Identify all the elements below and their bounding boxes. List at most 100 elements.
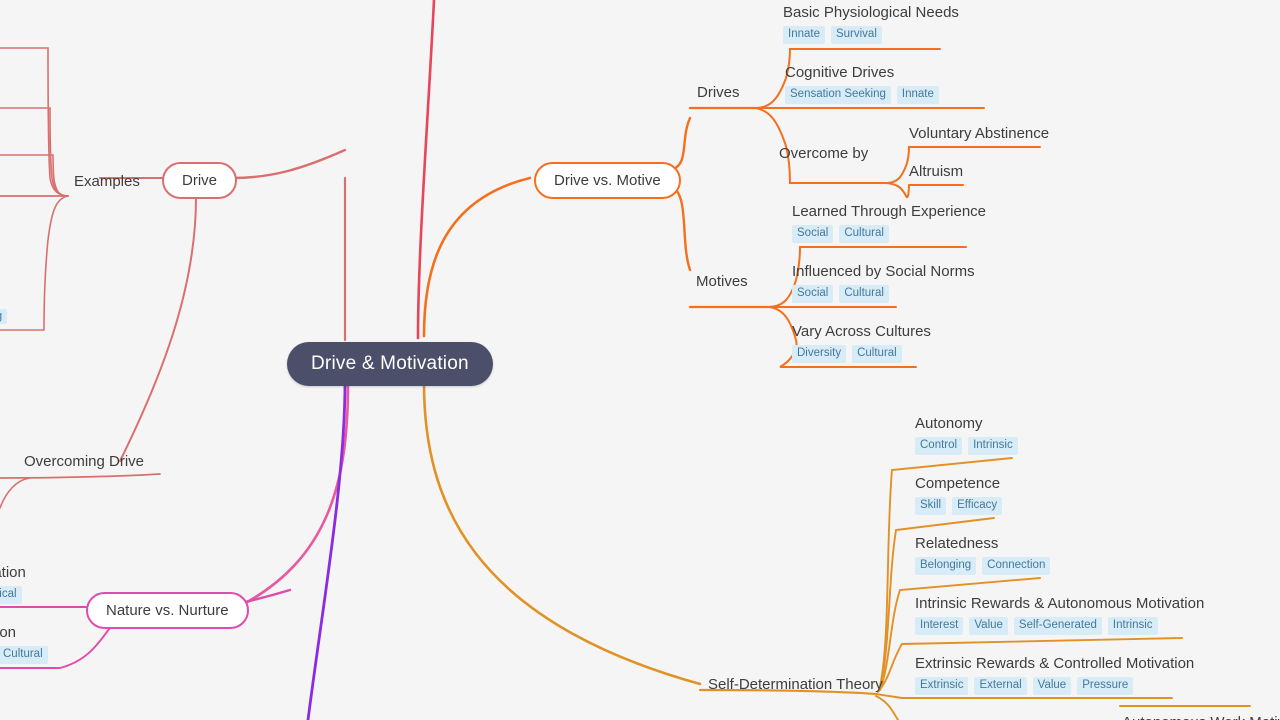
edge-overcoming-spine [0,473,161,479]
node-drive-vs-motive-label: Drive vs. Motive [554,172,661,189]
tag: External [974,676,1027,696]
leaf-autonomy[interactable]: Autonomy Control Intrinsic [915,414,1018,456]
edge-root-up-crimson [416,0,436,340]
leaf-title: Basic Physiological Needs [783,4,959,21]
tag: Cultural [0,645,48,665]
tag: Intrinsic [968,436,1018,456]
leaf-relatedness[interactable]: Relatedness Belonging Connection [915,534,1051,576]
leaf-title: Influenced by Social Norms [792,263,975,280]
leaf-title: Voluntary Abstinence [909,125,1050,142]
clipped-leaf-nvn-1[interactable]: otivation iological [0,563,26,605]
tag-row: Extrinsic External Value Pressure [915,676,1194,696]
leaf-cognitive-drives[interactable]: Cognitive Drives Sensation Seeking Innat… [785,63,939,105]
edge-sdt-leaf-6 [875,695,899,720]
tag: Innate [896,85,939,105]
edge-root-drive-vs-motive [422,176,532,338]
tag: Control [915,436,963,456]
node-drive-vs-motive[interactable]: Drive vs. Motive [534,162,681,199]
tag-row: Social Cultural [792,224,986,244]
tag-row: Social Cultural [792,284,975,304]
leaf-title: Learned Through Experience [792,203,987,220]
node-nature-vs-nurture[interactable]: Nature vs. Nurture [86,592,249,629]
tag: Cultural [852,344,902,364]
clipped-leaf-autonomous-work-motivation[interactable]: Autonomous Work Motivation [1122,713,1280,720]
tag: Social [792,224,834,244]
tag-row: iological [0,585,26,605]
node-motives[interactable]: Motives [696,273,748,292]
root-node[interactable]: Drive & Motivation [287,342,493,386]
tag-row: Interest Value Self-Generated Intrinsic [915,616,1204,636]
leaf-extrinsic-rewards[interactable]: Extrinsic Rewards & Controlled Motivatio… [915,654,1195,696]
node-overcoming-drive-label: Overcoming Drive [24,453,145,470]
leaf-basic-physiological-needs[interactable]: Basic Physiological Needs Innate Surviva… [783,3,959,45]
leaf-vary-across-cultures[interactable]: Vary Across Cultures Diversity Cultural [792,322,931,364]
node-overcoming-drive[interactable]: Overcoming Drive [24,453,144,472]
tag-row: Control Intrinsic [915,436,1018,456]
edge-dvm-to-drives [668,116,692,172]
tag: Efficacy [952,496,1003,516]
leaf-title: vation [0,624,17,641]
node-overcome-by-label: Overcome by [779,145,869,162]
leaf-title: otivation [0,564,26,581]
clipped-leaf-nvn-2[interactable]: vation Cultural [0,623,48,665]
tag: Survival [830,25,882,45]
tag: Skill [915,496,947,516]
leaf-title: Relatedness [915,535,999,552]
tag: Cultural [839,224,889,244]
tag: Sensation Seeking [785,85,891,105]
edge-examples-leaf-1 [0,47,69,197]
edge-overcomeby-leaf-2 [885,182,964,199]
tag: Value [1032,676,1072,696]
node-drives[interactable]: Drives [697,84,740,103]
edge-examples-leaf-4 [0,195,69,331]
leaf-altruism[interactable]: Altruism [909,162,963,182]
edge-examples-leaf-3 [0,154,69,197]
leaf-title: Altruism [909,163,964,180]
edge-root-down-violet [306,381,347,720]
tag-row: Skill Efficacy [915,496,1003,516]
tag-row: Diversity Cultural [792,344,931,364]
node-self-determination-theory[interactable]: Self-Determination Theory [708,676,883,695]
node-motives-label: Motives [696,273,748,290]
leaf-voluntary-abstinence[interactable]: Voluntary Abstinence [909,124,1049,144]
edge-drive-right [230,148,347,180]
root-node-label: Drive & Motivation [311,353,469,374]
leaf-title: Autonomy [915,415,983,432]
leaf-title: Autonomous Work Motivation [1122,713,1280,720]
tag: Value [969,616,1008,636]
leaf-title: Extrinsic Rewards & Controlled Motivatio… [915,655,1195,672]
tag: Belonging [915,556,977,576]
mindmap-canvas[interactable]: Drive & Motivation Drive Examples Overco… [0,0,1280,720]
tag: king [0,308,8,324]
edge-overcoming-leaf [0,477,31,509]
node-drives-label: Drives [697,84,740,101]
tag-row: Cultural [0,645,48,665]
tag-row: Belonging Connection [915,556,1051,576]
leaf-title: Cognitive Drives [785,64,895,81]
node-nature-vs-nurture-label: Nature vs. Nurture [106,602,229,619]
tag: Innate [783,25,825,45]
tag: Pressure [1077,676,1134,696]
node-examples[interactable]: Examples [74,173,140,192]
tag: Interest [915,616,964,636]
tag: Connection [982,556,1051,576]
clipped-leaf-seeking[interactable]: king [0,306,8,325]
leaf-learned-through-experience[interactable]: Learned Through Experience Social Cultur… [792,202,987,244]
node-examples-label: Examples [74,173,140,190]
tag: Social [792,284,834,304]
leaf-intrinsic-rewards[interactable]: Intrinsic Rewards & Autonomous Motivatio… [915,594,1204,636]
node-drive[interactable]: Drive [162,162,238,199]
node-self-determination-theory-label: Self-Determination Theory [708,676,883,693]
edge-drive-overcoming [119,197,197,462]
edge-examples-leaf-2 [0,107,69,197]
tag: Extrinsic [915,676,969,696]
node-overcome-by[interactable]: Overcome by [779,145,868,164]
edge-root-nature-nurture [236,381,350,609]
leaf-influenced-by-social-norms[interactable]: Influenced by Social Norms Social Cultur… [792,262,975,304]
tag: Intrinsic [1107,616,1158,636]
leaf-title: Vary Across Cultures [792,323,931,340]
leaf-title: Competence [915,475,1001,492]
edge-root-sdt [422,381,702,686]
leaf-competence[interactable]: Competence Skill Efficacy [915,474,1003,516]
tag: Self-Generated [1013,616,1102,636]
